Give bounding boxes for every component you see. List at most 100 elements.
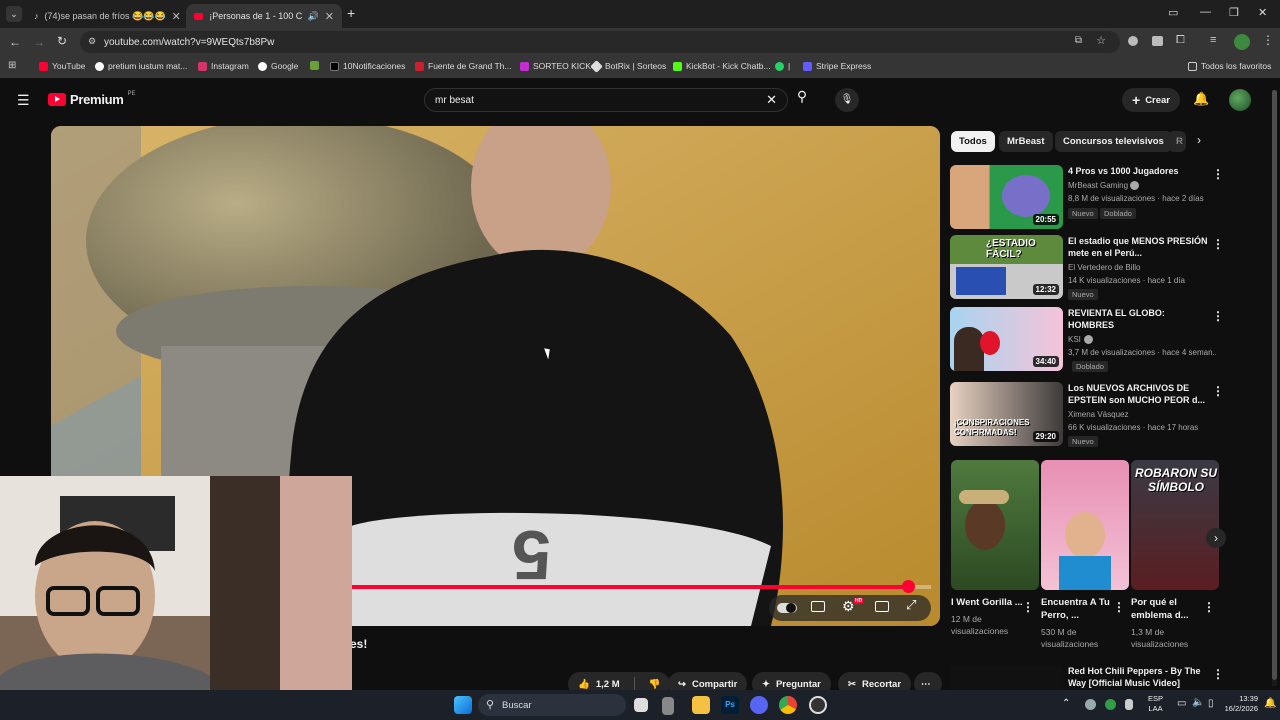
apps-grid-icon[interactable]: ⊞ <box>8 60 16 71</box>
short-item[interactable]: Encuentra A Tu Perro, ... 530 M de visua… <box>1041 460 1129 650</box>
site-info-icon[interactable]: ⚙ <box>88 36 96 47</box>
chip-more[interactable]: R <box>1168 131 1186 152</box>
language-indicator[interactable]: ESP LAA <box>1148 694 1163 714</box>
discord-icon[interactable] <box>750 696 768 714</box>
bookmark-stripe[interactable]: Stripe Express <box>803 61 871 71</box>
photoshop-icon[interactable]: Ps <box>721 696 739 714</box>
create-button[interactable]: + Crear <box>1122 88 1181 112</box>
more-options-icon[interactable]: ⋮ <box>1212 309 1224 323</box>
settings-gear-icon[interactable]: ⚙ <box>842 598 855 615</box>
close-window-icon[interactable]: ✕ <box>1258 6 1267 19</box>
extension-icon[interactable] <box>1152 36 1163 46</box>
tab-tiktok[interactable]: ♪ (74)se pasan de fríos 😂😂😂 ✕ <box>26 4 184 28</box>
video-title[interactable]: 4 Pros vs 1000 Jugadores <box>1068 165 1208 177</box>
bookmark-gta-font[interactable]: Fuente de Grand Th... <box>415 61 511 71</box>
short-thumbnail[interactable] <box>1041 460 1129 590</box>
bookmark-botrix[interactable]: BotRix | Sorteos <box>590 59 666 73</box>
subtitles-icon[interactable] <box>811 601 825 612</box>
extension-icon[interactable] <box>1128 36 1138 46</box>
bookmark-star-icon[interactable]: ☆ <box>1096 34 1106 47</box>
bookmark-sorteo-kick[interactable]: SORTEO KICK <box>520 61 591 71</box>
list-item[interactable]: 34:40 REVIENTA EL GLOBO: HOMBRES KSI 3,7… <box>950 307 1230 373</box>
list-item[interactable]: ¡CONSPIRACIONES CONFIRMADAS! 29:20 Los N… <box>950 382 1230 448</box>
short-item[interactable]: ROBARON SU SÍMBOLO Por qué el emblema d.… <box>1131 460 1219 650</box>
chrome-icon[interactable] <box>779 696 797 714</box>
close-tab-icon[interactable]: ✕ <box>172 10 181 23</box>
notifications-bell-icon[interactable]: 🔔 <box>1193 91 1209 107</box>
file-explorer-icon[interactable] <box>692 696 710 714</box>
bookmark-kickbot[interactable]: KickBot - Kick Chatb... <box>673 61 771 71</box>
list-item[interactable]: 20:55 4 Pros vs 1000 Jugadores MrBeast G… <box>950 165 1230 231</box>
bookmark-whatsapp[interactable]: | <box>775 61 790 71</box>
bookmark-youtube[interactable]: YouTube <box>39 61 85 71</box>
video-thumbnail[interactable]: 34:40 <box>950 307 1063 371</box>
extensions-puzzle-icon[interactable]: ⧠ <box>1176 34 1185 47</box>
video-title[interactable]: Los NUEVOS ARCHIVOS DE EPSTEIN son MUCHO… <box>1068 382 1208 406</box>
video-title[interactable]: Red Hot Chili Peppers - By The Way [Offi… <box>1068 665 1208 689</box>
video-title[interactable]: El estadio que MENOS PRESIÓN mete en el … <box>1068 235 1208 259</box>
more-options-icon[interactable]: ⋮ <box>1212 167 1224 181</box>
miniplayer-icon[interactable] <box>875 601 889 612</box>
battery-icon[interactable]: ▯ <box>1208 698 1214 709</box>
install-icon[interactable]: ⧉ <box>1075 35 1082 46</box>
progress-bar[interactable] <box>351 580 931 593</box>
video-title[interactable]: REVIENTA EL GLOBO: HOMBRES <box>1068 307 1208 331</box>
list-item[interactable]: Red Hot Chili Peppers - By The Way [Offi… <box>950 665 1230 690</box>
chip-todos[interactable]: Todos <box>951 131 995 152</box>
clear-search-icon[interactable]: ✕ <box>766 92 777 108</box>
tray-icon[interactable] <box>1105 699 1116 710</box>
clock[interactable]: 13:39 16/2/2026 <box>1222 694 1258 714</box>
reading-list-icon[interactable]: ≡ <box>1210 34 1216 46</box>
chip-mrbeast[interactable]: MrBeast <box>999 131 1053 152</box>
obs-icon[interactable] <box>809 696 827 714</box>
bookmark-instagram[interactable]: Instagram <box>198 61 249 71</box>
channel-name[interactable]: El Vertedero de Billo <box>1068 263 1141 272</box>
tray-icon[interactable] <box>1085 699 1096 710</box>
new-tab-button[interactable]: + <box>347 5 355 21</box>
short-title[interactable]: I Went Gorilla ... <box>951 596 1025 609</box>
short-title[interactable]: Encuentra A Tu Perro, ... <box>1041 596 1115 622</box>
chip-concursos[interactable]: Concursos televisivos <box>1055 131 1172 152</box>
notification-icon[interactable]: 🔔 <box>1264 698 1276 709</box>
youtube-logo[interactable]: Premium PE <box>48 91 136 107</box>
scrubber-handle[interactable] <box>901 580 915 593</box>
more-options-icon[interactable]: ⋮ <box>1113 600 1125 614</box>
forward-icon[interactable]: → <box>33 35 45 49</box>
bookmark-extension[interactable] <box>310 61 319 70</box>
tab-search-icon[interactable]: ⌄ <box>6 6 22 22</box>
more-options-icon[interactable]: ⋮ <box>1203 600 1215 614</box>
autoplay-toggle[interactable] <box>777 603 797 613</box>
maximize-icon[interactable]: ❐ <box>1229 6 1239 19</box>
voice-search-icon[interactable]: 🎙 <box>835 88 859 112</box>
volume-icon[interactable]: 🔈 <box>1192 697 1204 708</box>
all-bookmarks[interactable]: Todos los favoritos <box>1188 61 1271 71</box>
reload-icon[interactable]: ↻ <box>57 34 67 48</box>
channel-name[interactable]: KSI <box>1068 335 1081 344</box>
windows-start-icon[interactable] <box>454 696 472 714</box>
tab-groups-icon[interactable]: ▭ <box>1168 6 1178 19</box>
profile-avatar[interactable] <box>1234 34 1250 50</box>
tray-chevron-icon[interactable]: ⌃ <box>1062 698 1070 709</box>
bookmark-pretium[interactable]: pretium iustum mat... <box>95 61 187 71</box>
thumbs-down-icon[interactable]: 👎 <box>649 679 661 690</box>
search-button[interactable]: ⚲ <box>788 88 816 112</box>
video-thumbnail[interactable]: ¿ESTADIO FÁCIL? 12:32 <box>950 235 1063 299</box>
bookmark-notificaciones[interactable]: 10Notificaciones <box>330 61 405 71</box>
channel-name[interactable]: MrBeast Gaming <box>1068 181 1128 190</box>
tray-icon[interactable] <box>1125 699 1133 710</box>
chips-next-chevron-icon[interactable]: › <box>1197 133 1201 147</box>
more-options-icon[interactable]: ⋮ <box>1212 237 1224 251</box>
shorts-next-chevron-icon[interactable]: › <box>1206 528 1226 548</box>
list-item[interactable]: ¿ESTADIO FÁCIL? 12:32 El estadio que MEN… <box>950 235 1230 301</box>
fullscreen-icon[interactable]: ⤢ <box>906 597 916 613</box>
video-thumbnail[interactable]: 20:55 <box>950 165 1063 229</box>
more-options-icon[interactable]: ⋮ <box>1212 667 1224 681</box>
video-thumbnail[interactable] <box>950 665 1063 690</box>
chrome-menu-icon[interactable]: ⋮ <box>1262 33 1274 47</box>
more-options-icon[interactable]: ⋮ <box>1212 384 1224 398</box>
address-bar[interactable]: ⚙ youtube.com/watch?v=9WEQts7b8Pw ⧉ ☆ <box>80 31 1120 53</box>
short-thumbnail[interactable] <box>951 460 1039 590</box>
short-thumbnail[interactable]: ROBARON SU SÍMBOLO <box>1131 460 1219 590</box>
task-view-icon[interactable] <box>634 698 648 712</box>
channel-name[interactable]: Ximena Vásquez <box>1068 410 1128 419</box>
